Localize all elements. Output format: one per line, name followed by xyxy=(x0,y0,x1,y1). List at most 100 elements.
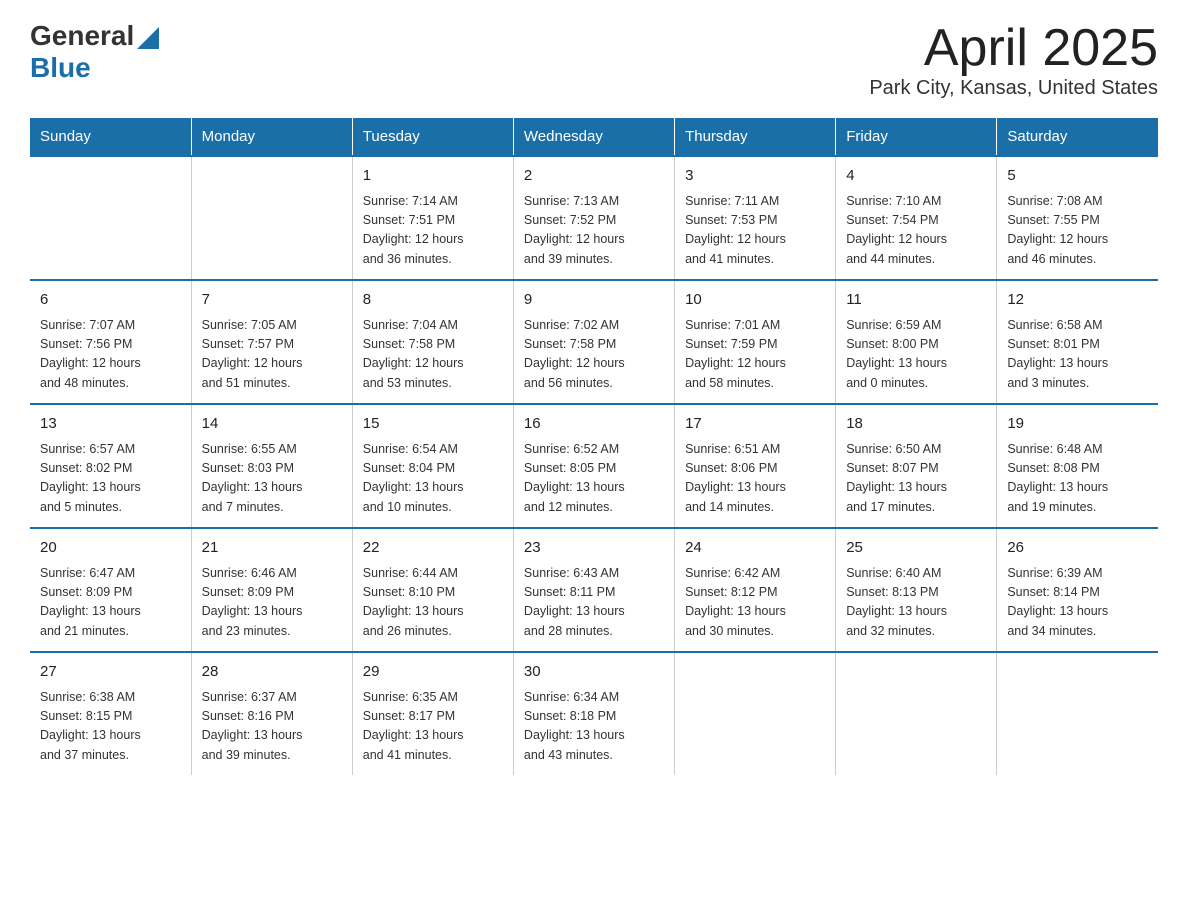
day-info: Sunrise: 6:46 AM Sunset: 8:09 PM Dayligh… xyxy=(202,564,342,642)
calendar-cell: 15Sunrise: 6:54 AM Sunset: 8:04 PM Dayli… xyxy=(352,404,513,528)
day-number: 10 xyxy=(685,289,825,312)
header-friday: Friday xyxy=(836,118,997,156)
day-info: Sunrise: 6:44 AM Sunset: 8:10 PM Dayligh… xyxy=(363,564,503,642)
calendar-cell: 20Sunrise: 6:47 AM Sunset: 8:09 PM Dayli… xyxy=(30,528,191,652)
calendar-cell: 12Sunrise: 6:58 AM Sunset: 8:01 PM Dayli… xyxy=(997,280,1158,404)
day-info: Sunrise: 6:58 AM Sunset: 8:01 PM Dayligh… xyxy=(1007,316,1148,394)
day-info: Sunrise: 7:01 AM Sunset: 7:59 PM Dayligh… xyxy=(685,316,825,394)
day-number: 23 xyxy=(524,537,664,560)
week-row-2: 6 Sunrise: 7:07 AM Sunset: 7:56 PM Daylig… xyxy=(30,280,1158,404)
day-number: 27 xyxy=(40,661,181,684)
day-info: Sunrise: 6:43 AM Sunset: 8:11 PM Dayligh… xyxy=(524,564,664,642)
day-number: 30 xyxy=(524,661,664,684)
logo-triangle-icon xyxy=(137,27,159,49)
day-number: 3 xyxy=(685,165,825,188)
day-number: 18 xyxy=(846,413,986,436)
day-info: Sunrise: 6:51 AM Sunset: 8:06 PM Dayligh… xyxy=(685,440,825,518)
header-sunday: Sunday xyxy=(30,118,191,156)
day-info: Sunrise: 6:57 AM Sunset: 8:02 PM Dayligh… xyxy=(40,440,181,518)
logo-general-text: General xyxy=(30,20,134,52)
header-thursday: Thursday xyxy=(675,118,836,156)
day-number: 15 xyxy=(363,413,503,436)
calendar-cell: 18 Sunrise: 6:50 AM Sunset: 8:07 PM Dayli… xyxy=(836,404,997,528)
day-info: Sunrise: 7:14 AM Sunset: 7:51 PM Dayligh… xyxy=(363,192,503,270)
calendar-cell: 28 Sunrise: 6:37 AM Sunset: 8:16 PM Dayli… xyxy=(191,652,352,775)
day-info: Sunrise: 6:52 AM Sunset: 8:05 PM Dayligh… xyxy=(524,440,664,518)
week-row-5: 27 Sunrise: 6:38 AM Sunset: 8:15 PM Dayli… xyxy=(30,652,1158,775)
calendar-cell: 30 Sunrise: 6:34 AM Sunset: 8:18 PM Dayli… xyxy=(513,652,674,775)
day-number: 19 xyxy=(1007,413,1148,436)
day-info: Sunrise: 6:39 AM Sunset: 8:14 PM Dayligh… xyxy=(1007,564,1148,642)
calendar-cell: 4Sunrise: 7:10 AM Sunset: 7:54 PM Daylig… xyxy=(836,156,997,280)
calendar-cell: 6 Sunrise: 7:07 AM Sunset: 7:56 PM Daylig… xyxy=(30,280,191,404)
title-block: April 2025 Park City, Kansas, United Sta… xyxy=(869,20,1158,100)
calendar-cell xyxy=(30,156,191,280)
day-info: Sunrise: 7:08 AM Sunset: 7:55 PM Dayligh… xyxy=(1007,192,1148,270)
calendar-cell: 24 Sunrise: 6:42 AM Sunset: 8:12 PM Dayli… xyxy=(675,528,836,652)
calendar-cell xyxy=(836,652,997,775)
calendar-cell: 10 Sunrise: 7:01 AM Sunset: 7:59 PM Dayli… xyxy=(675,280,836,404)
calendar-cell: 29Sunrise: 6:35 AM Sunset: 8:17 PM Dayli… xyxy=(352,652,513,775)
day-info: Sunrise: 6:40 AM Sunset: 8:13 PM Dayligh… xyxy=(846,564,986,642)
day-info: Sunrise: 6:34 AM Sunset: 8:18 PM Dayligh… xyxy=(524,688,664,766)
day-info: Sunrise: 6:38 AM Sunset: 8:15 PM Dayligh… xyxy=(40,688,181,766)
header-saturday: Saturday xyxy=(997,118,1158,156)
page-header: General Blue April 2025 Park City, Kansa… xyxy=(30,20,1158,100)
calendar-cell: 23 Sunrise: 6:43 AM Sunset: 8:11 PM Dayli… xyxy=(513,528,674,652)
week-row-4: 20Sunrise: 6:47 AM Sunset: 8:09 PM Dayli… xyxy=(30,528,1158,652)
calendar-cell: 9 Sunrise: 7:02 AM Sunset: 7:58 PM Daylig… xyxy=(513,280,674,404)
page-subtitle: Park City, Kansas, United States xyxy=(869,77,1158,100)
day-number: 8 xyxy=(363,289,503,312)
day-info: Sunrise: 7:02 AM Sunset: 7:58 PM Dayligh… xyxy=(524,316,664,394)
page-title: April 2025 xyxy=(869,20,1158,77)
day-info: Sunrise: 6:55 AM Sunset: 8:03 PM Dayligh… xyxy=(202,440,342,518)
calendar-cell: 21 Sunrise: 6:46 AM Sunset: 8:09 PM Dayli… xyxy=(191,528,352,652)
day-info: Sunrise: 6:59 AM Sunset: 8:00 PM Dayligh… xyxy=(846,316,986,394)
header-wednesday: Wednesday xyxy=(513,118,674,156)
calendar-cell xyxy=(675,652,836,775)
day-number: 1 xyxy=(363,165,503,188)
calendar-header-row: SundayMondayTuesdayWednesdayThursdayFrid… xyxy=(30,118,1158,156)
calendar-cell: 13 Sunrise: 6:57 AM Sunset: 8:02 PM Dayli… xyxy=(30,404,191,528)
day-number: 28 xyxy=(202,661,342,684)
calendar-cell: 27 Sunrise: 6:38 AM Sunset: 8:15 PM Dayli… xyxy=(30,652,191,775)
logo: General Blue xyxy=(30,20,159,84)
day-info: Sunrise: 6:50 AM Sunset: 8:07 PM Dayligh… xyxy=(846,440,986,518)
day-number: 7 xyxy=(202,289,342,312)
day-number: 9 xyxy=(524,289,664,312)
calendar-cell: 7 Sunrise: 7:05 AM Sunset: 7:57 PM Daylig… xyxy=(191,280,352,404)
day-number: 26 xyxy=(1007,537,1148,560)
day-number: 6 xyxy=(40,289,181,312)
calendar-cell: 3 Sunrise: 7:11 AM Sunset: 7:53 PM Daylig… xyxy=(675,156,836,280)
header-tuesday: Tuesday xyxy=(352,118,513,156)
week-row-1: 1 Sunrise: 7:14 AM Sunset: 7:51 PM Daylig… xyxy=(30,156,1158,280)
calendar-cell: 26 Sunrise: 6:39 AM Sunset: 8:14 PM Dayli… xyxy=(997,528,1158,652)
day-info: Sunrise: 6:42 AM Sunset: 8:12 PM Dayligh… xyxy=(685,564,825,642)
calendar-cell xyxy=(997,652,1158,775)
day-info: Sunrise: 7:04 AM Sunset: 7:58 PM Dayligh… xyxy=(363,316,503,394)
day-info: Sunrise: 7:05 AM Sunset: 7:57 PM Dayligh… xyxy=(202,316,342,394)
day-number: 2 xyxy=(524,165,664,188)
day-number: 17 xyxy=(685,413,825,436)
calendar-cell: 22 Sunrise: 6:44 AM Sunset: 8:10 PM Dayli… xyxy=(352,528,513,652)
day-info: Sunrise: 6:37 AM Sunset: 8:16 PM Dayligh… xyxy=(202,688,342,766)
calendar-cell: 1 Sunrise: 7:14 AM Sunset: 7:51 PM Daylig… xyxy=(352,156,513,280)
calendar-cell: 17 Sunrise: 6:51 AM Sunset: 8:06 PM Dayli… xyxy=(675,404,836,528)
day-number: 24 xyxy=(685,537,825,560)
day-number: 21 xyxy=(202,537,342,560)
calendar-cell xyxy=(191,156,352,280)
logo-blue-text: Blue xyxy=(30,52,91,84)
day-number: 13 xyxy=(40,413,181,436)
day-info: Sunrise: 7:07 AM Sunset: 7:56 PM Dayligh… xyxy=(40,316,181,394)
day-number: 25 xyxy=(846,537,986,560)
calendar-cell: 25 Sunrise: 6:40 AM Sunset: 8:13 PM Dayli… xyxy=(836,528,997,652)
calendar-cell: 11Sunrise: 6:59 AM Sunset: 8:00 PM Dayli… xyxy=(836,280,997,404)
calendar-cell: 2Sunrise: 7:13 AM Sunset: 7:52 PM Daylig… xyxy=(513,156,674,280)
day-number: 4 xyxy=(846,165,986,188)
day-info: Sunrise: 7:11 AM Sunset: 7:53 PM Dayligh… xyxy=(685,192,825,270)
day-number: 22 xyxy=(363,537,503,560)
calendar-cell: 5Sunrise: 7:08 AM Sunset: 7:55 PM Daylig… xyxy=(997,156,1158,280)
calendar-cell: 16Sunrise: 6:52 AM Sunset: 8:05 PM Dayli… xyxy=(513,404,674,528)
day-number: 20 xyxy=(40,537,181,560)
calendar-cell: 14Sunrise: 6:55 AM Sunset: 8:03 PM Dayli… xyxy=(191,404,352,528)
